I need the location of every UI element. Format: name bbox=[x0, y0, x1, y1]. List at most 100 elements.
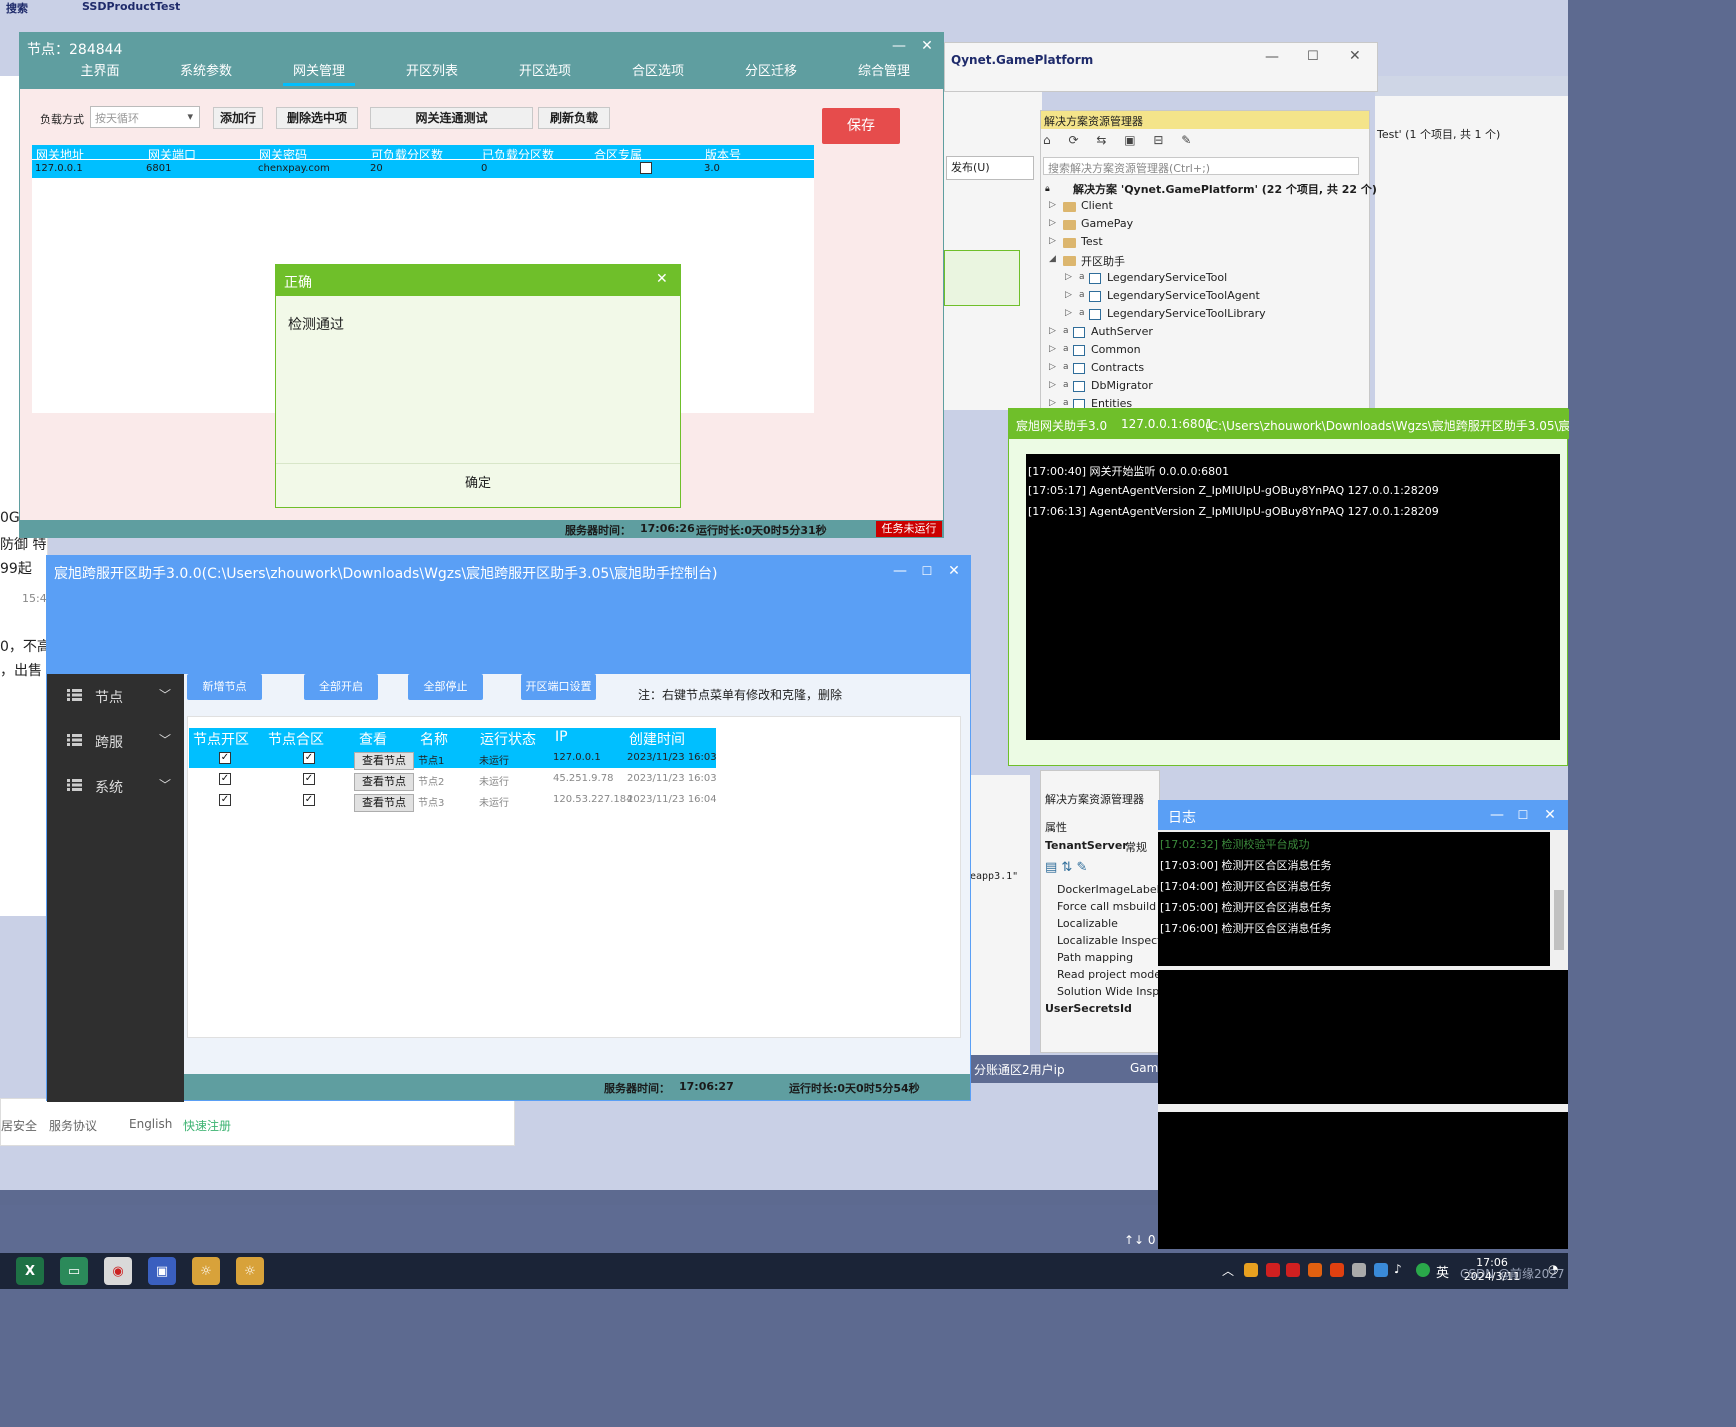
add-node-button[interactable]: 新增节点 bbox=[187, 674, 262, 700]
collapse-icon[interactable]: ▣ bbox=[1124, 133, 1135, 147]
tab-6[interactable]: 分区迁移 bbox=[735, 62, 807, 86]
tray-icon[interactable] bbox=[1244, 1263, 1258, 1277]
add-row-button[interactable]: 添加行 bbox=[213, 107, 263, 129]
gateway-address[interactable]: 127.0.0.1 bbox=[35, 163, 83, 174]
app-icon[interactable]: ☼ bbox=[192, 1257, 220, 1285]
node-ip[interactable]: 120.53.227.184 bbox=[553, 794, 633, 805]
close-icon[interactable]: ✕ bbox=[1541, 806, 1559, 824]
gateway-capacity[interactable]: 20 bbox=[370, 163, 383, 174]
node-merge-checkbox[interactable]: ✓ bbox=[303, 752, 315, 764]
tab-4[interactable]: 开区选项 bbox=[509, 62, 581, 86]
node-window-title-bar[interactable]: 节点：284844 — ✕ bbox=[20, 33, 943, 59]
node-name[interactable]: 节点2 bbox=[418, 773, 444, 788]
node-status[interactable]: 未运行 bbox=[479, 794, 509, 809]
stop-all-button[interactable]: 全部停止 bbox=[408, 674, 483, 700]
expand-arrow-icon[interactable]: ▷ bbox=[1065, 290, 1072, 300]
property-name[interactable]: Force call msbuild bbox=[1057, 900, 1156, 913]
table-row[interactable]: 127.0.0.1 6801 chenxpay.com 20 0 3.0 bbox=[32, 160, 814, 178]
tray-icon[interactable] bbox=[1374, 1263, 1388, 1277]
start-all-button[interactable]: 全部开启 bbox=[304, 674, 378, 700]
scrollbar-thumb[interactable] bbox=[1554, 890, 1564, 950]
port-settings-button[interactable]: 开区端口设置 bbox=[521, 674, 596, 700]
node-ip[interactable]: 127.0.0.1 bbox=[553, 752, 601, 763]
node-name[interactable]: 节点3 bbox=[418, 794, 444, 809]
expand-arrow-icon[interactable]: ▷ bbox=[1049, 236, 1056, 246]
computer-icon[interactable]: ▣ bbox=[148, 1257, 176, 1285]
delete-selected-button[interactable]: 删除选中项 bbox=[276, 107, 358, 129]
chevron-up-icon[interactable]: ︿ bbox=[1222, 1262, 1234, 1279]
gateway-version[interactable]: 3.0 bbox=[704, 163, 720, 174]
table-row[interactable]: ✓ ✓ 查看节点 节点3 未运行 120.53.227.184 2023/11/23 16:… bbox=[189, 790, 717, 812]
dialog-title-bar[interactable]: 正确 ✕ bbox=[276, 265, 680, 296]
minimize-icon[interactable]: — bbox=[891, 562, 909, 580]
system-clock[interactable]: 17:06 2024/3/11 bbox=[1462, 1256, 1522, 1284]
column-header[interactable]: 名称 bbox=[420, 729, 448, 749]
view-node-button[interactable]: 查看节点 bbox=[354, 794, 414, 812]
expand-arrow-icon[interactable]: ▷ bbox=[1049, 326, 1056, 336]
gateway-port[interactable]: 6801 bbox=[146, 163, 171, 174]
background-search-label[interactable]: 搜索 bbox=[6, 0, 28, 16]
node-merge-checkbox[interactable]: ✓ bbox=[303, 794, 315, 806]
expand-arrow-icon[interactable]: ▷ bbox=[1065, 308, 1072, 318]
expand-arrow-icon[interactable]: ▷ bbox=[1049, 398, 1056, 408]
wrench-icon[interactable]: ✎ bbox=[1181, 133, 1191, 147]
footer-link[interactable]: 服务协议 bbox=[49, 1117, 97, 1134]
sidebar-item-node[interactable]: 节点 ﹀ bbox=[47, 676, 184, 716]
tab-5[interactable]: 合区选项 bbox=[622, 62, 694, 86]
tab-2[interactable]: 网关管理 bbox=[283, 62, 355, 86]
log-scrollbar[interactable] bbox=[1550, 832, 1568, 966]
close-icon[interactable]: ✕ bbox=[918, 37, 936, 55]
browser-icon[interactable]: ◉ bbox=[104, 1257, 132, 1285]
exclusive-checkbox[interactable] bbox=[640, 162, 652, 174]
close-icon[interactable]: ✕ bbox=[945, 562, 963, 580]
ime-indicator[interactable]: 英 bbox=[1436, 1262, 1449, 1281]
vs-publish-button[interactable]: 发布(U) bbox=[946, 156, 1034, 180]
column-header[interactable]: IP bbox=[555, 729, 568, 745]
view-node-button[interactable]: 查看节点 bbox=[354, 752, 414, 770]
node-created[interactable]: 2023/11/23 16:03 bbox=[627, 773, 717, 784]
filter-icon[interactable]: ⊟ bbox=[1153, 133, 1163, 147]
solution-search-input[interactable]: 搜索解决方案资源管理器(Ctrl+;) bbox=[1043, 157, 1359, 175]
log-window-title-bar[interactable]: 日志 — ☐ ✕ bbox=[1158, 800, 1568, 830]
categorized-icon[interactable]: ▤ ⇅ ✎ bbox=[1045, 860, 1087, 875]
tab-1[interactable]: 系统参数 bbox=[170, 62, 242, 86]
maximize-icon[interactable]: ☐ bbox=[1514, 806, 1532, 824]
test-gateway-button[interactable]: 网关连通测试 bbox=[370, 107, 533, 129]
solution-node[interactable]: 🔒︎ 解决方案 'Qynet.GamePlatform' (22 个项目, 共 … bbox=[1045, 181, 1377, 196]
property-name[interactable]: Read project model bbox=[1057, 968, 1159, 981]
volume-icon[interactable]: ♪ bbox=[1394, 1262, 1402, 1276]
view-node-button[interactable]: 查看节点 bbox=[354, 773, 414, 791]
minimize-icon[interactable]: — bbox=[1265, 49, 1279, 65]
node-name[interactable]: 节点1 bbox=[418, 752, 444, 767]
save-button[interactable]: 保存 bbox=[822, 108, 900, 144]
minimize-icon[interactable]: — bbox=[1488, 806, 1506, 824]
minimize-icon[interactable]: — bbox=[890, 37, 908, 55]
column-header[interactable]: 节点开区 bbox=[193, 729, 249, 749]
expand-arrow-icon[interactable]: ▷ bbox=[1065, 272, 1072, 282]
gateway-loaded[interactable]: 0 bbox=[481, 163, 487, 174]
tray-icon[interactable] bbox=[1352, 1263, 1366, 1277]
node-open-checkbox[interactable]: ✓ bbox=[219, 752, 231, 764]
maximize-icon[interactable]: ☐ bbox=[1307, 49, 1319, 64]
table-row[interactable]: ✓ ✓ 查看节点 节点2 未运行 45.251.9.78 2023/11/23 16:03 bbox=[189, 769, 717, 791]
load-mode-select[interactable]: 按天循环 ▾ bbox=[90, 106, 200, 128]
expand-arrow-icon[interactable]: ▷ bbox=[1049, 344, 1056, 354]
footer-link[interactable]: English bbox=[129, 1117, 172, 1131]
table-row[interactable]: ✓ ✓ 查看节点 节点1 未运行 127.0.0.1 2023/11/23 16:03 bbox=[189, 748, 717, 770]
tab-0[interactable]: 主界面 bbox=[64, 62, 136, 86]
node-open-checkbox[interactable]: ✓ bbox=[219, 773, 231, 785]
app-icon[interactable]: ☼ bbox=[236, 1257, 264, 1285]
expand-arrow-icon[interactable]: ▷ bbox=[1049, 200, 1056, 210]
node-ip[interactable]: 45.251.9.78 bbox=[553, 773, 613, 784]
column-header[interactable]: 查看 bbox=[359, 729, 387, 749]
excel-icon[interactable]: X bbox=[16, 1257, 44, 1285]
footer-register-link[interactable]: 快速注册 bbox=[183, 1117, 231, 1134]
tab-solution-explorer[interactable]: 解决方案资源管理器 bbox=[1045, 791, 1144, 807]
column-header[interactable]: 创建时间 bbox=[629, 729, 685, 749]
remote-desktop-icon[interactable]: ▭ bbox=[60, 1257, 88, 1285]
expand-arrow-icon[interactable]: ▷ bbox=[1049, 362, 1056, 372]
close-icon[interactable]: ✕ bbox=[656, 271, 668, 287]
property-name[interactable]: Path mapping bbox=[1057, 951, 1133, 964]
node-status[interactable]: 未运行 bbox=[479, 773, 509, 788]
expand-arrow-icon[interactable]: ▷ bbox=[1049, 218, 1056, 228]
